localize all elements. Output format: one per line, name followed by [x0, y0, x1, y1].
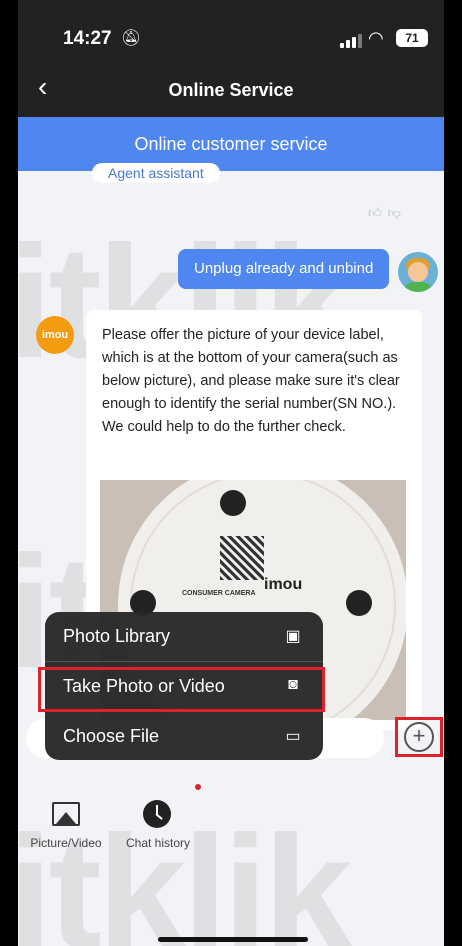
status-time: 14:27 [63, 28, 112, 49]
picture-icon [52, 802, 80, 826]
highlight-box [395, 717, 443, 757]
picture-video-button[interactable]: Picture/Video [18, 800, 114, 850]
clock-icon [143, 800, 171, 828]
menu-item-label: Photo Library [63, 626, 171, 646]
folder-icon: ▭ [285, 728, 301, 745]
chat-history-label: Chat history [125, 836, 191, 850]
service-header: Online customer service [18, 117, 444, 171]
page-indicator-dot [195, 784, 201, 790]
user-message-bubble: Unplug already and unbind [178, 249, 390, 289]
agent-assistant-pill[interactable]: Agent assistant [92, 163, 220, 183]
bot-message-text: Please offer the picture of your device … [102, 327, 400, 435]
battery-indicator: 71 [396, 29, 428, 47]
feedback-icons[interactable]: 👍︎👎︎ [368, 205, 407, 221]
photo-label-text: CONSUMER CAMERA [182, 590, 256, 597]
phone-screen: itklik itklik itklik itklik 14:27 🔕︎ ◠ 7… [18, 0, 444, 946]
photo-library-icon: ▣ [285, 628, 301, 645]
mute-bell-icon: 🔕︎ [121, 30, 142, 47]
user-avatar [398, 252, 438, 292]
page-title: Online Service [168, 80, 294, 100]
menu-item-choose-file[interactable]: Choose File ▭ [45, 712, 323, 760]
photo-brand-text: imou [264, 576, 303, 593]
picture-video-label: Picture/Video [30, 836, 102, 850]
chat-history-button[interactable]: Chat history [110, 800, 206, 850]
top-bar: 14:27 🔕︎ ◠ 71 ‹ Online Service [18, 0, 444, 117]
home-indicator[interactable] [158, 937, 308, 942]
wifi-icon: ◠ [368, 28, 384, 48]
menu-item-photo-library[interactable]: Photo Library ▣ [45, 612, 323, 661]
menu-item-label: Choose File [63, 726, 160, 746]
bot-avatar: imou [36, 316, 74, 354]
signal-icon [340, 34, 362, 48]
highlight-box [38, 667, 325, 712]
